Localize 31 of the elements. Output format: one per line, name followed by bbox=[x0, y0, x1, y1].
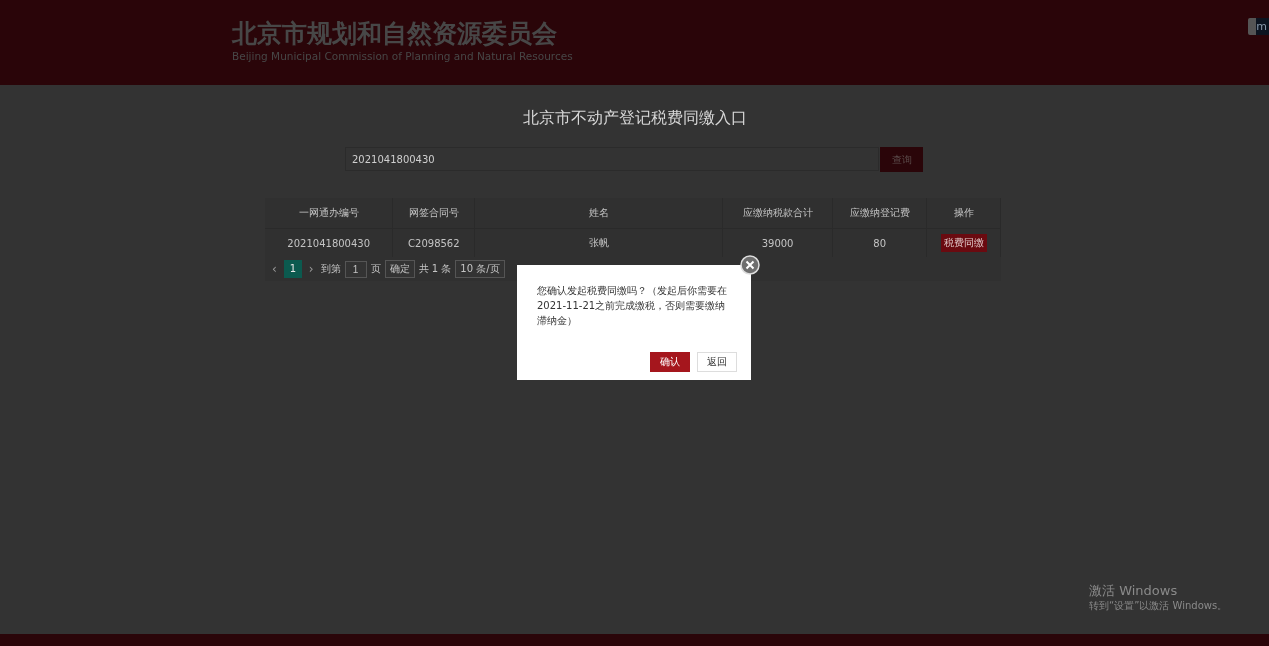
column-header: 姓名 bbox=[474, 198, 723, 229]
column-header: 应缴纳税款合计 bbox=[722, 198, 833, 229]
page-number[interactable]: 1 bbox=[283, 260, 302, 278]
page-size-select[interactable]: 10 条/页 bbox=[455, 260, 505, 278]
column-header: 操作 bbox=[926, 198, 1001, 229]
total-count: 共 1 条 bbox=[418, 262, 452, 276]
pay-button[interactable]: 税费同缴 bbox=[940, 234, 987, 252]
column-header: 应缴纳登记费 bbox=[832, 198, 927, 229]
goto-label: 到第 bbox=[320, 262, 341, 276]
corner-badge: m bbox=[1248, 18, 1269, 35]
next-page-button[interactable]: › bbox=[305, 262, 317, 276]
table-cell: C2098562 bbox=[392, 228, 475, 257]
close-icon[interactable] bbox=[740, 255, 760, 275]
page-title: 北京市不动产登记税费同缴入口 bbox=[521, 107, 748, 129]
back-button[interactable]: 返回 bbox=[697, 352, 737, 372]
confirm-button[interactable]: 确认 bbox=[650, 352, 690, 372]
table-cell: 80 bbox=[832, 228, 927, 257]
table-cell: 2021041800430 bbox=[265, 228, 393, 257]
dialog-message: 您确认发起税费同缴吗？（发起后你需要在2021-11-21之前完成缴税，否则需要缴纳滞纳金） bbox=[537, 284, 728, 328]
column-header: 一网通办编号 bbox=[265, 198, 393, 229]
site-title: 北京市规划和自然资源委员会 bbox=[232, 18, 558, 49]
prev-page-button[interactable]: ‹ bbox=[269, 262, 280, 276]
page-input[interactable]: 1 bbox=[344, 260, 367, 278]
column-header: 网签合同号 bbox=[392, 198, 475, 229]
activation-text: 转到“设置”以激活 Windows。 bbox=[1089, 599, 1228, 613]
activation-title: 激活 Windows bbox=[1089, 582, 1179, 599]
page-unit: 页 bbox=[370, 262, 381, 276]
search-field[interactable]: 2021041800430 bbox=[345, 147, 879, 171]
confirm-page-button[interactable]: 确定 bbox=[384, 260, 415, 278]
site-subtitle: Beijing Municipal Commission of Planning and Natural Resources bbox=[232, 48, 573, 63]
table-cell: 张帆 bbox=[474, 228, 723, 257]
